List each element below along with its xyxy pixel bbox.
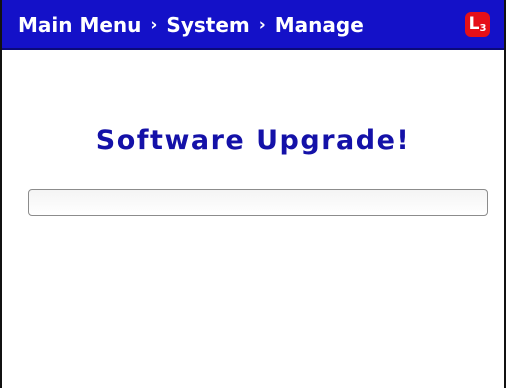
device-screen: Main Menu › System › Manage L3 Software …: [0, 0, 506, 388]
breadcrumb-system[interactable]: System: [166, 13, 249, 37]
breadcrumb-chevron-icon: ›: [258, 15, 266, 35]
page-title: Software Upgrade!: [95, 125, 411, 156]
logo-digit: 3: [479, 23, 487, 34]
breadcrumb-main-menu[interactable]: Main Menu: [18, 13, 141, 37]
breadcrumb-manage: Manage: [274, 13, 364, 37]
l3-logo: L3: [465, 12, 490, 37]
header-bar: Main Menu › System › Manage L3: [2, 0, 504, 50]
upgrade-progress-bar: [28, 189, 488, 216]
breadcrumb: Main Menu › System › Manage: [18, 12, 364, 38]
breadcrumb-chevron-icon: ›: [150, 15, 158, 35]
logo-letter: L: [468, 14, 480, 34]
